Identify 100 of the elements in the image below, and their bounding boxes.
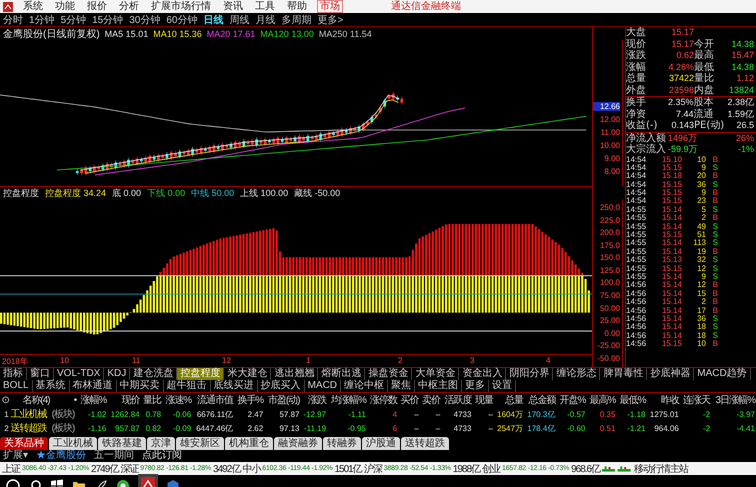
indicator-tab[interactable]: 基系统 [32, 380, 70, 392]
period-tab[interactable]: 多周期 [282, 12, 312, 26]
indicator-tab[interactable]: 抄底神器 [647, 368, 694, 380]
period-tab[interactable]: 30分钟 [129, 12, 160, 26]
indicator-tab[interactable]: 抄底买入 [258, 380, 305, 392]
column-header[interactable]: 市盈(动) [264, 393, 300, 407]
period-tab[interactable]: 分时 [3, 12, 23, 26]
app-logo-icon[interactable] [3, 2, 13, 12]
period-tab[interactable]: 月线 [256, 12, 276, 26]
indicator-tab[interactable]: 中枢主图 [415, 380, 462, 392]
indicator-tab[interactable]: 脾胃毒性 [600, 368, 648, 380]
column-header[interactable]: 涨跌 [300, 393, 328, 407]
block-tab[interactable]: 京津 [147, 437, 175, 450]
column-header[interactable]: 卖价 [420, 393, 442, 407]
indicator-tab[interactable]: KDJ [104, 368, 130, 380]
block-tab[interactable]: 工业机械 [49, 437, 97, 450]
indicator-tab[interactable]: 指标 [0, 368, 27, 380]
indicator-tab[interactable]: 阴阳分界 [506, 368, 554, 380]
block-tab[interactable]: 送转超跌 [401, 437, 449, 450]
indicator-tab[interactable]: 超牛狙击 [164, 380, 211, 392]
column-header[interactable]: 涨停数 [366, 393, 398, 407]
quote-label: 最低 [694, 62, 715, 72]
indicator-tab[interactable]: 更多 [462, 380, 490, 392]
indicator-tab[interactable]: VOL-TDX [54, 368, 104, 380]
tick-time: 14:54 [626, 197, 648, 206]
indicator-tab[interactable]: 米大建仓 [224, 368, 272, 380]
menu-item[interactable]: 帮助 [285, 0, 309, 13]
indicator-tab[interactable]: BOLL [0, 380, 33, 392]
period-tab[interactable]: 15分钟 [92, 12, 124, 26]
subscribe-link[interactable]: 点此订阅 [142, 450, 182, 462]
column-header[interactable]: 最低% [616, 393, 646, 407]
menu-item[interactable]: 资讯 [221, 0, 245, 13]
date-label: 3 [470, 356, 474, 365]
menu-item[interactable]: 工具 [253, 0, 277, 13]
indicator-tab[interactable]: MACD [304, 380, 342, 392]
block-tab[interactable]: 机构重仓 [225, 437, 273, 450]
tick-volume: 9 [702, 189, 706, 198]
period-tab[interactable]: 更多> [318, 12, 344, 26]
indicator-tab[interactable]: MACD趋势 [694, 368, 751, 380]
indicator-tab[interactable]: 操盘资金 [365, 368, 412, 380]
indicator-tab[interactable]: 缠论形态 [553, 368, 600, 380]
menu-item[interactable]: 报价 [85, 0, 109, 13]
indicator-tab[interactable]: 熔断出逃 [318, 368, 366, 380]
period-tab[interactable]: 日线 [204, 12, 224, 26]
indicator-name: 控盘程度 [3, 187, 39, 200]
column-header[interactable]: 均涨幅% [327, 393, 367, 407]
block-tab[interactable]: 沪股通 [362, 437, 400, 450]
indicator-tab[interactable]: 中期买卖 [116, 380, 164, 392]
column-header[interactable]: 连涨天 [680, 393, 712, 407]
indicator-tab[interactable]: 聚焦 [388, 380, 416, 392]
column-header[interactable]: • [50, 393, 78, 407]
trading-app-icon[interactable] [141, 476, 155, 487]
column-header[interactable]: 昨收 [646, 393, 680, 407]
period-tab[interactable]: 周线 [230, 12, 250, 26]
table-cell-text: -0.57 [566, 408, 586, 420]
indicator-tab[interactable]: 资金出入 [459, 368, 506, 380]
column-header[interactable]: 现量 [472, 393, 494, 407]
indicator-tab[interactable]: 布林通道 [70, 380, 117, 392]
column-header[interactable]: 总量 [494, 393, 524, 407]
quote-value: 1.12 [735, 73, 754, 84]
period-tab[interactable]: 60分钟 [166, 12, 198, 26]
column-header[interactable]: 涨速% [162, 393, 192, 407]
period-tab[interactable]: 5分钟 [60, 12, 86, 26]
indicator-tab[interactable]: 逃出翘翘 [271, 368, 318, 380]
column-header[interactable]: 总金额 [524, 393, 556, 407]
column-header[interactable]: ⊙ [0, 393, 10, 407]
block-tab[interactable]: 铁路基建 [98, 437, 146, 450]
menu-item[interactable]: 系统 [21, 0, 45, 13]
block-tab[interactable]: 转融券 [323, 437, 361, 450]
indicator-tab[interactable]: 底线买进 [210, 380, 258, 392]
price-axis-label: 10.00 [598, 141, 620, 150]
indicator-tab[interactable]: 缠论中枢 [341, 380, 388, 392]
column-header[interactable]: 活跃度 [441, 393, 472, 407]
block-tab[interactable]: 融资融券 [274, 437, 322, 450]
menu-item[interactable]: 分析 [117, 0, 141, 13]
tick-side: S [712, 164, 718, 172]
extend-menu[interactable]: 扩展▾ [3, 450, 28, 462]
column-header[interactable]: 3日涨幅% [711, 393, 756, 407]
table-cell-text: 1604万 [496, 408, 524, 420]
column-header[interactable]: 现价 [107, 393, 141, 407]
column-header[interactable]: 买价 [398, 393, 420, 407]
column-header[interactable]: 换手% [234, 393, 264, 407]
menu-item[interactable]: 扩展市场行情 [149, 0, 213, 13]
column-header[interactable]: 流通市值 [192, 393, 234, 407]
menu-item[interactable]: 功能 [53, 0, 77, 13]
block-tab[interactable]: 雄安新区 [176, 437, 224, 450]
indicator-tab[interactable]: 大单资金 [412, 368, 460, 380]
column-header[interactable]: 开盘% [556, 393, 586, 407]
indicator-tab[interactable]: 设置 [489, 380, 516, 392]
indicator-tab[interactable]: 控盘程度 [177, 368, 224, 380]
table-cell-text: – [413, 422, 420, 434]
indicator-tab[interactable]: 窗口 [27, 368, 54, 380]
column-header[interactable]: 量比 [140, 393, 162, 407]
period-tab[interactable]: 1分钟 [29, 12, 55, 26]
column-header[interactable]: 名称(4) [10, 393, 51, 407]
column-header[interactable]: 最高% [586, 393, 616, 407]
column-header[interactable]: 涨幅% [77, 393, 108, 407]
quote-label: 涨跌 [626, 50, 647, 62]
block-tab[interactable]: 关系品种 [0, 437, 48, 450]
menu-item[interactable]: 市场 [317, 0, 343, 13]
